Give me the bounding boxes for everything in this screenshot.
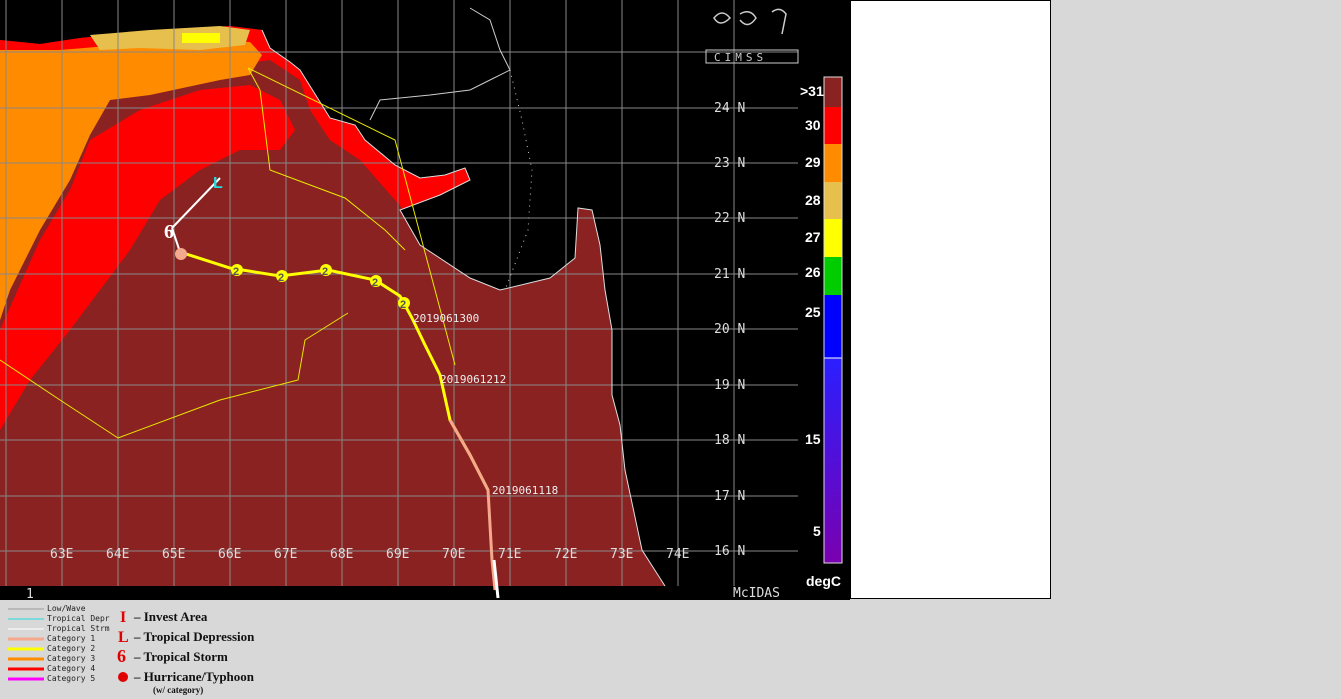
scale-unit: degC <box>806 573 841 589</box>
scale-color-band <box>824 257 842 295</box>
scale-label: 27 <box>805 229 821 245</box>
scale-label: 30 <box>805 117 821 133</box>
svg-text:2: 2 <box>372 277 378 289</box>
lon-label: 64E <box>106 547 129 562</box>
svg-text:2: 2 <box>233 266 239 278</box>
legend-line-label: Tropical Strm <box>47 624 110 633</box>
svg-text:2: 2 <box>400 299 406 311</box>
invest-area-icon: I <box>120 609 126 626</box>
tropical-storm-icon: 6 <box>117 646 126 666</box>
scale-label: 5 <box>813 523 821 539</box>
lon-label: 68E <box>330 547 353 562</box>
legend-symbol-label: – Tropical Storm <box>133 649 228 664</box>
legend-line-label: Tropical Depr <box>47 614 110 623</box>
logo-text: CIMSS <box>714 51 767 64</box>
track-label-2019061118: 2019061118 <box>492 484 558 497</box>
hurricane-icon <box>118 672 128 682</box>
lon-label: 73E <box>610 547 633 562</box>
scale-color-band <box>824 182 842 219</box>
symbol-legend: I – Invest Area L – Tropical Depression … <box>117 609 255 695</box>
lat-label: 23 N <box>714 156 745 171</box>
scale-label: 29 <box>805 154 821 170</box>
scale-label: >31 <box>800 83 824 99</box>
lon-label: 63E <box>50 547 73 562</box>
corner-label: 1 <box>26 587 34 600</box>
lon-label: 72E <box>554 547 577 562</box>
lon-label: 70E <box>442 547 465 562</box>
scale-color-band <box>824 295 842 358</box>
legend-symbol-note: (w/ category) <box>153 685 203 695</box>
legend-line-label: Category 5 <box>47 674 95 683</box>
latitude-labels: 24 N 23 N 22 N 21 N 20 N 19 N 18 N 17 N 16 N <box>714 101 745 559</box>
lon-label: 74E <box>666 547 689 562</box>
lat-label: 16 N <box>714 544 745 559</box>
lat-label: 21 N <box>714 267 745 282</box>
scale-label: 15 <box>805 431 821 447</box>
tropical-storm-marker-icon: 6 <box>164 221 174 243</box>
scale-color-band <box>824 358 842 563</box>
legend-line-label: Category 1 <box>47 634 95 643</box>
legend-symbol-label: – Tropical Depression <box>133 629 255 644</box>
lon-label: 65E <box>162 547 185 562</box>
tropical-depression-icon: L <box>118 629 129 646</box>
track-legend: Low/WaveTropical DeprTropical StrmCatego… <box>8 604 255 695</box>
lat-label: 24 N <box>714 101 745 116</box>
lon-label: 71E <box>498 547 521 562</box>
lat-label: 17 N <box>714 489 745 504</box>
scale-color-band <box>824 107 842 144</box>
track-label-2019061212: 2019061212 <box>440 373 506 386</box>
hurricane-marker-icon <box>175 248 187 260</box>
lat-label: 20 N <box>714 322 745 337</box>
legend-symbol-label: – Hurricane/Typhoon <box>133 669 255 684</box>
map-canvas: 2019061300 2019061212 2019061118 L 6 2 2… <box>0 0 850 600</box>
legend-symbol-label: – Invest Area <box>133 609 208 624</box>
scale-color-band <box>824 144 842 182</box>
lat-label: 22 N <box>714 211 745 226</box>
svg-text:2: 2 <box>322 266 328 278</box>
scale-label: 26 <box>805 264 821 280</box>
mcidas-label: McIDAS <box>733 586 780 600</box>
lat-label: 19 N <box>714 378 745 393</box>
lat-label: 18 N <box>714 433 745 448</box>
legend-line-label: Category 2 <box>47 644 95 653</box>
scale-color-band <box>824 219 842 257</box>
scale-label: 28 <box>805 192 821 208</box>
legend-line-label: Low/Wave <box>47 604 86 613</box>
track-label-2019061300: 2019061300 <box>413 312 479 325</box>
lon-label: 69E <box>386 547 409 562</box>
blank-panel <box>850 0 1051 599</box>
scale-color-band <box>824 77 842 107</box>
lon-label: 66E <box>218 547 241 562</box>
scale-label: 25 <box>805 304 821 320</box>
svg-text:2: 2 <box>278 272 284 284</box>
legend-line-label: Category 3 <box>47 654 95 663</box>
sst-map: 2019061300 2019061212 2019061118 L 6 2 2… <box>0 0 850 600</box>
lon-label: 67E <box>274 547 297 562</box>
tropical-depression-marker-icon: L <box>213 175 223 192</box>
legend-line-label: Category 4 <box>47 664 95 673</box>
